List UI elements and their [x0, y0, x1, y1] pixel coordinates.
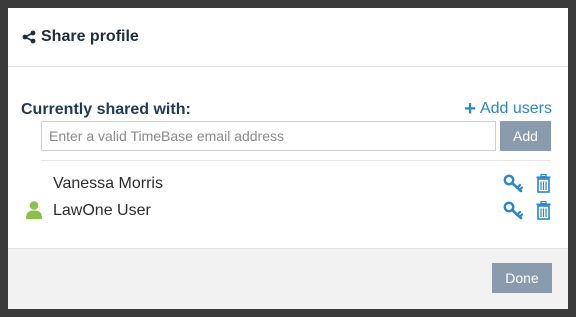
user-row: LawOne User [8, 199, 568, 223]
trash-icon[interactable] [536, 200, 551, 220]
user-name: LawOne User [53, 202, 151, 219]
dialog-footer: Done [8, 248, 568, 309]
dialog-header: Share profile [8, 8, 568, 67]
user-row: Vanessa Morris [8, 172, 568, 196]
email-input[interactable] [41, 121, 496, 151]
plus-icon: + [464, 98, 476, 120]
share-profile-dialog: Share profile Currently shared with: + A… [8, 8, 568, 309]
divider [41, 160, 551, 161]
add-users-link[interactable]: + Add users [464, 98, 552, 120]
add-users-label: Add users [479, 100, 552, 117]
dialog-body: Currently shared with: + Add users Add V… [8, 67, 568, 247]
trash-icon[interactable] [536, 173, 551, 193]
dialog-title: Share profile [41, 28, 139, 45]
done-button[interactable]: Done [492, 263, 552, 293]
add-button[interactable]: Add [500, 121, 551, 151]
user-name: Vanessa Morris [53, 175, 163, 192]
key-icon[interactable] [503, 201, 525, 221]
share-icon [22, 30, 36, 44]
shared-with-heading: Currently shared with: [21, 101, 191, 118]
user-avatar-icon [26, 201, 42, 219]
key-icon[interactable] [503, 174, 525, 194]
